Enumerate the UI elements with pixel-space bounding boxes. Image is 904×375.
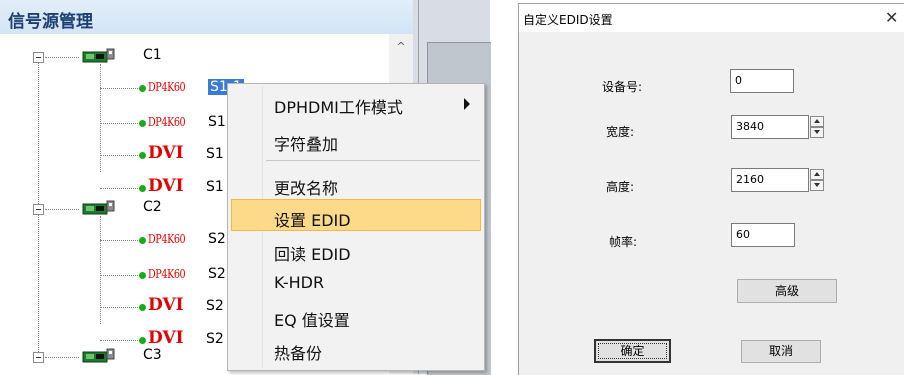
port-type-label: DP4K60: [148, 115, 186, 129]
port-branch-line: [100, 240, 140, 241]
port-branch-line: [100, 123, 140, 124]
status-dot-icon: [139, 237, 146, 244]
port-name[interactable]: S1: [206, 146, 224, 162]
port-type-label: DP4K60: [148, 80, 186, 94]
scroll-up-button[interactable]: ^: [389, 36, 413, 58]
device-input[interactable]: 0: [730, 69, 794, 93]
panel-header: 信号源管理: [0, 0, 413, 34]
width-increment-icon[interactable]: [810, 116, 824, 127]
height-increment-icon[interactable]: [810, 169, 824, 180]
port-type-label: DP4K60: [148, 232, 186, 246]
port-branch-line: [100, 188, 140, 189]
port-name[interactable]: S2: [206, 298, 224, 314]
port-branch-line: [100, 307, 140, 308]
menu-item-hot-backup[interactable]: 热备份: [274, 340, 322, 364]
height-decrement-icon[interactable]: [810, 180, 824, 191]
fps-label: 帧率:: [609, 235, 638, 249]
group-label: C3: [143, 347, 162, 363]
port-type-label: DP4K60: [148, 267, 186, 281]
height-spinner[interactable]: [810, 169, 824, 191]
port-type-label: DVI: [148, 143, 184, 163]
group-label: C1: [143, 47, 162, 63]
status-dot-icon: [139, 120, 146, 127]
tree-branch-line: [45, 57, 79, 58]
width-decrement-icon[interactable]: [810, 127, 824, 138]
port-branch-line: [100, 88, 140, 89]
device-card-icon: [82, 348, 116, 364]
device-card-icon: [82, 48, 116, 64]
menu-item-rename[interactable]: 更改名称: [274, 175, 338, 199]
menu-item-text-overlay[interactable]: 字符叠加: [274, 131, 338, 155]
port-name[interactable]: S2: [206, 331, 224, 347]
port-name[interactable]: S1: [206, 179, 224, 195]
port-branch-line: [100, 340, 140, 341]
cancel-button[interactable]: 取消: [741, 340, 821, 363]
port-name[interactable]: S1: [208, 114, 226, 130]
port-type-label: DVI: [148, 328, 184, 348]
close-icon[interactable]: ✕: [885, 10, 898, 26]
group-label: C2: [143, 199, 162, 215]
panel-title: 信号源管理: [8, 12, 93, 32]
custom-edid-dialog: 自定义EDID设置 ✕ 设备号: 0 宽度: 3840 高度: 2160 帧率:…: [518, 3, 904, 375]
menu-separator: [266, 160, 480, 161]
fps-input[interactable]: 60: [731, 223, 795, 247]
submenu-arrow-icon: [464, 98, 470, 110]
status-dot-icon: [139, 152, 146, 159]
device-card-icon: [82, 200, 116, 216]
width-input[interactable]: 3840: [731, 115, 809, 139]
height-input[interactable]: 2160: [731, 168, 809, 192]
menu-item-k-hdr[interactable]: K-HDR: [274, 273, 324, 292]
tree-branch-line: [45, 357, 79, 358]
port-name[interactable]: S2: [208, 231, 226, 247]
status-dot-icon: [139, 85, 146, 92]
device-label: 设备号:: [602, 80, 643, 94]
status-dot-icon: [139, 185, 146, 192]
tree-branch-line: [45, 209, 79, 210]
width-label: 宽度:: [606, 125, 635, 139]
port-type-label: DVI: [148, 176, 184, 196]
menu-item-dphdmi-mode[interactable]: DPHDMI工作模式: [274, 94, 403, 118]
collapse-icon[interactable]: [33, 204, 44, 215]
status-dot-icon: [139, 337, 146, 344]
port-type-label: DVI: [148, 295, 184, 315]
context-menu: DPHDMI工作模式 字符叠加 更改名称 设置 EDID 回读 EDID K-H…: [227, 83, 485, 371]
menu-item-read-edid[interactable]: 回读 EDID: [274, 241, 351, 265]
menu-item-set-edid[interactable]: 设置 EDID: [274, 207, 351, 231]
height-label: 高度:: [606, 180, 635, 194]
signal-source-panel: 信号源管理 ^ C1 DP4K60 S1-1 DP4K60 S1 DVI S1 DVI S1 C2…: [0, 0, 491, 375]
port-branch-line: [100, 275, 140, 276]
menu-item-eq-settings[interactable]: EQ 值设置: [274, 307, 350, 331]
dialog-title: 自定义EDID设置: [523, 13, 613, 27]
menu-item-highlight: [231, 199, 481, 231]
collapse-icon[interactable]: [33, 352, 44, 363]
port-branch-line: [100, 155, 140, 156]
collapse-icon[interactable]: [33, 52, 44, 63]
width-spinner[interactable]: [810, 116, 824, 138]
ok-button[interactable]: 确定: [594, 339, 671, 363]
advanced-button[interactable]: 高级: [737, 279, 837, 303]
dialog-body: 设备号: 0 宽度: 3840 高度: 2160 帧率: 60 高级 确定 取消: [519, 32, 904, 375]
port-name[interactable]: S2: [208, 266, 226, 282]
status-dot-icon: [139, 272, 146, 279]
status-dot-icon: [139, 304, 146, 311]
